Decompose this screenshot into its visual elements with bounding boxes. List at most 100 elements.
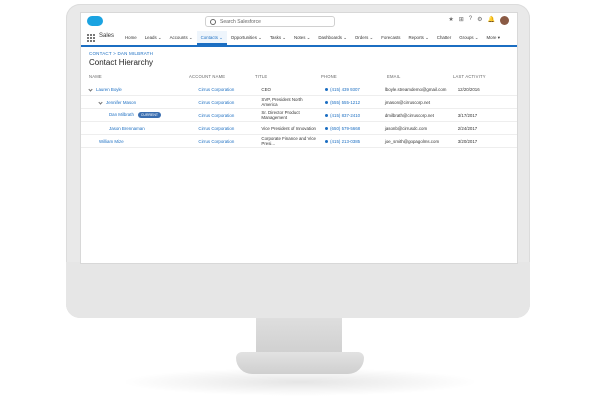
cell-account-text[interactable]: Cirrus Corporation — [198, 126, 234, 131]
cell-email-text[interactable]: lboyle.streamdemo@gmail.com — [385, 87, 447, 92]
nav-tab-more[interactable]: More ▾ — [483, 31, 504, 45]
expand-chevron-icon[interactable] — [98, 100, 103, 105]
cell-last-activity — [449, 95, 517, 109]
cell-account-text[interactable]: Cirrus Corporation — [198, 100, 234, 105]
cell-email-text[interactable]: dmilbrath@cirruscorp.net — [385, 113, 434, 118]
phone-link[interactable]: (415) 213-0385 — [330, 139, 360, 144]
app-launcher-grid-icon[interactable] — [87, 34, 95, 42]
cell-last-activity: 3/17/2017 — [449, 108, 517, 122]
cell-phone[interactable]: (650) 579-5668 — [317, 121, 377, 135]
cell-last-activity-text: 3/17/2017 — [457, 112, 478, 118]
expand-chevron-icon[interactable] — [88, 87, 93, 92]
cell-email-text[interactable]: joe_smith@gopagolms.com — [385, 139, 439, 144]
nav-tab-home[interactable]: Home — [121, 31, 141, 45]
phone-link[interactable]: (555) 555-1212 — [330, 100, 360, 105]
search-input[interactable]: Search Salesforce — [205, 16, 335, 27]
cell-phone[interactable]: (415) 837-2410 — [317, 108, 377, 122]
phone-link[interactable]: (415) 837-2410 — [330, 113, 360, 118]
breadcrumb[interactable]: Contact > Dan Milbrath — [89, 51, 153, 56]
contact-name-link[interactable]: Jason Brennaman — [109, 126, 145, 131]
column-header-phone[interactable]: Phone — [313, 71, 379, 83]
contact-name-link[interactable]: William Mize — [99, 139, 124, 144]
global-add-icon[interactable]: ⊞ — [459, 16, 464, 25]
cell-account[interactable]: Cirrus Corporation — [190, 108, 254, 122]
nav-tab-forecasts[interactable]: Forecasts — [377, 31, 404, 45]
nav-tab-leads[interactable]: Leads ⌄ — [141, 31, 166, 45]
nav-tab-reports[interactable]: Reports ⌄ — [405, 31, 433, 45]
table-row: William Mize Cirrus Corporation Corporate … — [81, 134, 517, 148]
table-row: Dan Milbrath CURRENT Cirrus Corporation Sr.… — [81, 108, 517, 122]
cell-email[interactable]: lboyle.streamdemo@gmail.com — [376, 83, 450, 96]
table-row: Jason Brennaman Cirrus Corporation Vice Pr… — [81, 121, 517, 135]
page-title: Contact Hierarchy — [89, 58, 154, 67]
cell-last-activity: 2/24/2017 — [449, 121, 517, 135]
current-badge: CURRENT — [137, 112, 162, 118]
contact-name-link[interactable]: Jennifer Mason — [106, 100, 136, 105]
phone-icon — [325, 139, 329, 143]
help-icon[interactable]: ? — [469, 16, 472, 25]
cell-name: Jason Brennaman — [81, 121, 191, 135]
contact-name-link[interactable]: Lauren Boyle — [96, 87, 122, 92]
user-avatar[interactable] — [500, 16, 509, 25]
cell-account[interactable]: Cirrus Corporation — [190, 83, 254, 96]
nav-tab-notes[interactable]: Notes ⌄ — [290, 31, 314, 45]
column-header-title[interactable]: Title — [247, 71, 313, 83]
cell-title: Vice President of Innovation — [253, 121, 318, 135]
contact-hierarchy-table: Lauren Boyle Cirrus Corporation CEO (415) 4… — [81, 83, 517, 148]
nav-tab-groups[interactable]: Groups ⌄ — [455, 31, 482, 45]
cell-account[interactable]: Cirrus Corporation — [190, 95, 254, 109]
contact-name-link[interactable]: Dan Milbrath — [109, 112, 134, 117]
cell-last-activity: 3/20/2017 — [449, 134, 517, 148]
phone-link[interactable]: (650) 579-5668 — [330, 126, 360, 131]
phone-icon — [325, 87, 329, 91]
table-row: Jennifer Mason Cirrus Corporation SVP, Pre… — [81, 95, 517, 109]
cell-account[interactable]: Cirrus Corporation — [190, 134, 254, 148]
nav-tab-orders[interactable]: Orders ⌄ — [351, 31, 377, 45]
cell-email[interactable]: jasonb@cirrusdc.com — [376, 121, 450, 135]
column-headers: Name Account Name Title Phone Email Last… — [81, 71, 517, 83]
search-placeholder: Search Salesforce — [220, 19, 261, 25]
nav-tab-accounts[interactable]: Accounts ⌄ — [166, 31, 197, 45]
nav-tab-chatter[interactable]: Chatter — [433, 31, 455, 45]
column-header-name[interactable]: Name — [81, 71, 181, 83]
cell-title: CEO — [253, 83, 318, 96]
cell-last-activity-text: 3/20/2017 — [457, 138, 478, 144]
salesforce-cloud-logo-icon[interactable] — [87, 16, 103, 26]
cell-email[interactable]: jmason@cirruscorp.net — [376, 95, 450, 109]
phone-icon — [325, 100, 329, 104]
cell-email[interactable]: dmilbrath@cirruscorp.net — [376, 108, 450, 122]
nav-tab-dashboards[interactable]: Dashboards ⌄ — [314, 31, 351, 45]
cell-account-text[interactable]: Cirrus Corporation — [198, 113, 234, 118]
cell-phone[interactable]: (415) 213-0385 — [317, 134, 377, 148]
nav-tab-contacts[interactable]: Contacts ⌄ — [196, 31, 227, 45]
notifications-bell-icon[interactable]: 🔔 — [488, 16, 495, 25]
phone-link[interactable]: (415) 439 9307 — [330, 87, 360, 92]
column-header-last-activity[interactable]: Last Activity — [445, 71, 517, 83]
cell-email[interactable]: joe_smith@gopagolms.com — [376, 134, 450, 148]
monitor-stand-neck — [256, 318, 342, 356]
setup-gear-icon[interactable]: ⚙ — [477, 16, 482, 25]
app-name: Sales — [99, 33, 115, 39]
cell-account-text[interactable]: Cirrus Corporation — [198, 87, 234, 92]
global-actions: ★ ⊞ ? ⚙ 🔔 — [448, 16, 509, 25]
phone-icon — [325, 126, 329, 130]
cell-email-text[interactable]: jasonb@cirrusdc.com — [385, 126, 427, 131]
cell-phone[interactable]: (555) 555-1212 — [317, 95, 377, 109]
nav-tab-opportunities[interactable]: Opportunities ⌄ — [227, 31, 266, 45]
cell-email-text[interactable]: jmason@cirruscorp.net — [385, 100, 430, 105]
nav-tab-tasks[interactable]: Tasks ⌄ — [266, 31, 290, 45]
cell-account[interactable]: Cirrus Corporation — [190, 121, 254, 135]
cell-last-activity-text: 12/20/2016 — [457, 86, 480, 92]
nav-items: Home Leads ⌄ Accounts ⌄ Contacts ⌄ Opportuni… — [121, 31, 504, 45]
cell-name: William Mize — [81, 134, 191, 148]
cell-title-text: CEO — [261, 86, 271, 92]
cell-title-text: SVP, President North America — [261, 97, 303, 107]
table-row: Lauren Boyle Cirrus Corporation CEO (415) 4… — [81, 83, 517, 96]
favorites-star-icon[interactable]: ★ — [448, 16, 453, 25]
cell-title: Corporate Finance and Vice Presi... — [253, 134, 318, 148]
column-header-account[interactable]: Account Name — [181, 71, 247, 83]
cell-account-text[interactable]: Cirrus Corporation — [198, 139, 234, 144]
cell-phone[interactable]: (415) 439 9307 — [317, 83, 377, 96]
global-header: Search Salesforce ★ ⊞ ? ⚙ 🔔 — [81, 13, 517, 32]
column-header-email[interactable]: Email — [379, 71, 445, 83]
